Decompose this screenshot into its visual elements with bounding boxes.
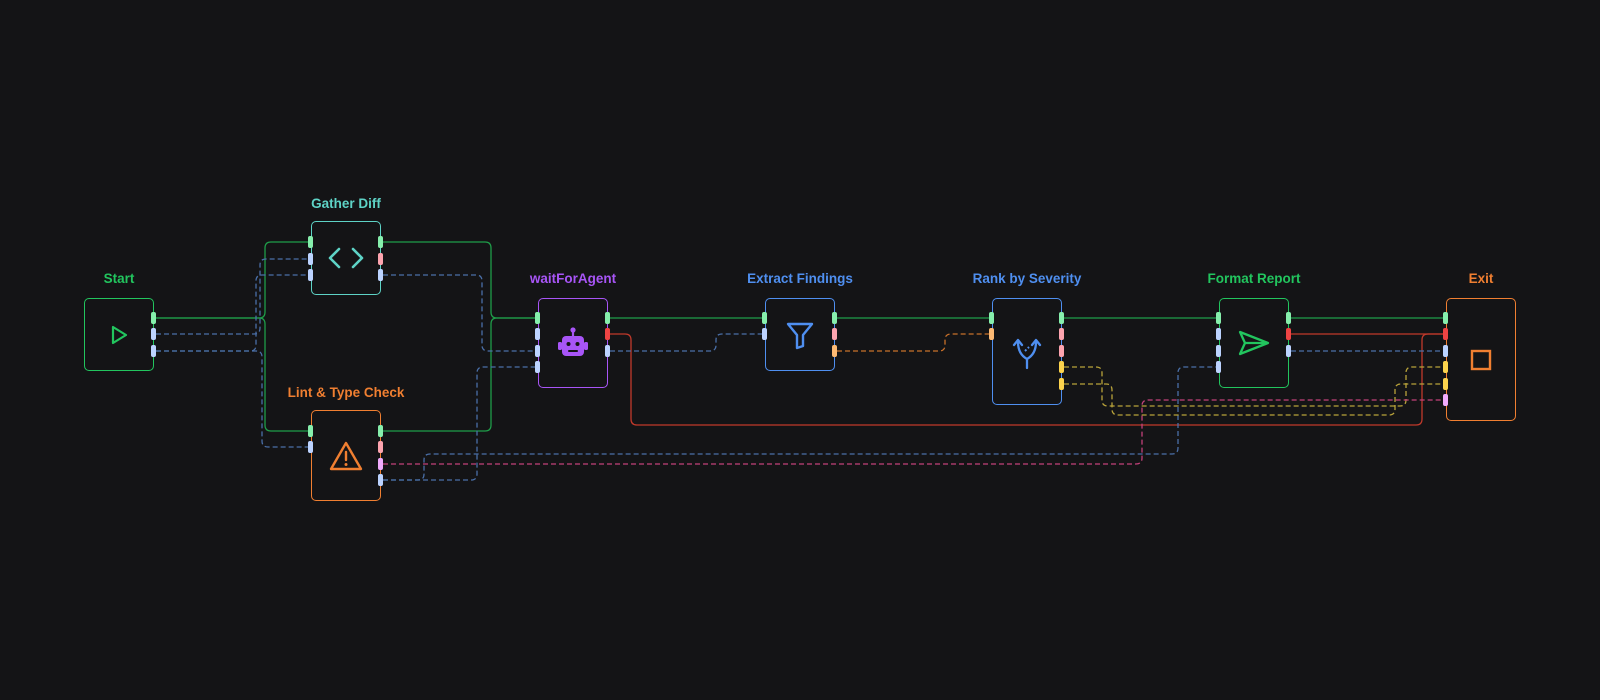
port-rank-in-2[interactable] bbox=[989, 328, 994, 340]
port-extract-in-1[interactable] bbox=[762, 312, 767, 324]
send-icon bbox=[1237, 329, 1271, 357]
port-rank-out-5[interactable] bbox=[1059, 378, 1064, 390]
port-exit-in-2[interactable] bbox=[1443, 328, 1448, 340]
port-exit-in-5[interactable] bbox=[1443, 378, 1448, 390]
node-format-report[interactable] bbox=[1219, 298, 1289, 388]
edge-wait-extract-ctx bbox=[610, 333, 762, 352]
workflow-canvas: Start Gather Diff Lint & Type Check wait… bbox=[0, 0, 1600, 700]
port-lint-out-3[interactable] bbox=[378, 458, 383, 470]
port-format-in-3[interactable] bbox=[1216, 345, 1221, 357]
node-label-gather-diff: Gather Diff bbox=[311, 196, 381, 211]
port-format-out-3[interactable] bbox=[1286, 345, 1291, 357]
play-icon bbox=[108, 324, 130, 346]
port-rank-out-2[interactable] bbox=[1059, 328, 1064, 340]
port-gather-in-2[interactable] bbox=[308, 253, 313, 265]
port-wait-in-4[interactable] bbox=[535, 361, 540, 373]
node-wait-for-agent[interactable] bbox=[538, 298, 608, 388]
port-wait-out-2[interactable] bbox=[605, 328, 610, 340]
node-start[interactable] bbox=[84, 298, 154, 371]
port-format-in-2[interactable] bbox=[1216, 328, 1221, 340]
split-icon bbox=[1010, 334, 1044, 370]
port-start-out-3[interactable] bbox=[151, 345, 156, 357]
port-wait-in-1[interactable] bbox=[535, 312, 540, 324]
port-lint-out-2[interactable] bbox=[378, 441, 383, 453]
port-format-out-2[interactable] bbox=[1286, 328, 1291, 340]
port-rank-in-1[interactable] bbox=[989, 312, 994, 324]
stop-icon bbox=[1469, 348, 1493, 372]
warning-icon bbox=[328, 440, 364, 472]
robot-icon bbox=[555, 326, 591, 360]
node-label-exit: Exit bbox=[1468, 271, 1494, 286]
port-lint-out-1[interactable] bbox=[378, 425, 383, 437]
edge-lint-wait-ctx bbox=[383, 366, 535, 481]
port-rank-out-3[interactable] bbox=[1059, 345, 1064, 357]
port-exit-in-1[interactable] bbox=[1443, 312, 1448, 324]
port-lint-in-1[interactable] bbox=[308, 425, 313, 437]
node-extract-findings[interactable] bbox=[765, 298, 835, 371]
port-extract-out-3[interactable] bbox=[832, 345, 837, 357]
port-lint-in-2[interactable] bbox=[308, 441, 313, 453]
port-format-in-4[interactable] bbox=[1216, 361, 1221, 373]
node-label-start: Start bbox=[103, 271, 135, 286]
node-lint-type-check[interactable] bbox=[311, 410, 381, 501]
port-lint-out-4[interactable] bbox=[378, 474, 383, 486]
node-label-rank-by-severity: Rank by Severity bbox=[972, 271, 1082, 286]
code-icon bbox=[327, 246, 365, 270]
port-wait-out-1[interactable] bbox=[605, 312, 610, 324]
edge-start-gather-ctx2 bbox=[156, 274, 308, 352]
edge-gather-wait-ctx bbox=[383, 274, 535, 352]
port-extract-out-2[interactable] bbox=[832, 328, 837, 340]
node-rank-by-severity[interactable] bbox=[992, 298, 1062, 405]
node-label-lint-type-check: Lint & Type Check bbox=[287, 385, 405, 400]
port-gather-in-1[interactable] bbox=[308, 236, 313, 248]
port-start-out-1[interactable] bbox=[151, 312, 156, 324]
port-extract-out-1[interactable] bbox=[832, 312, 837, 324]
edge-extract-rank-data bbox=[837, 333, 989, 352]
port-gather-out-1[interactable] bbox=[378, 236, 383, 248]
node-label-format-report: Format Report bbox=[1207, 271, 1301, 286]
edge-lint-wait bbox=[383, 317, 535, 432]
port-rank-out-1[interactable] bbox=[1059, 312, 1064, 324]
port-rank-out-4[interactable] bbox=[1059, 361, 1064, 373]
port-exit-in-3[interactable] bbox=[1443, 345, 1448, 357]
port-exit-in-4[interactable] bbox=[1443, 361, 1448, 373]
port-gather-in-3[interactable] bbox=[308, 269, 313, 281]
port-gather-out-2[interactable] bbox=[378, 253, 383, 265]
port-wait-out-3[interactable] bbox=[605, 345, 610, 357]
node-label-wait-for-agent: waitForAgent bbox=[529, 271, 617, 286]
filter-icon bbox=[785, 320, 815, 350]
node-exit[interactable] bbox=[1446, 298, 1516, 421]
port-exit-in-6[interactable] bbox=[1443, 394, 1448, 406]
port-wait-in-3[interactable] bbox=[535, 345, 540, 357]
port-format-in-1[interactable] bbox=[1216, 312, 1221, 324]
port-extract-in-2[interactable] bbox=[762, 328, 767, 340]
port-format-out-1[interactable] bbox=[1286, 312, 1291, 324]
port-gather-out-3[interactable] bbox=[378, 269, 383, 281]
node-label-extract-findings: Extract Findings bbox=[747, 271, 853, 286]
node-gather-diff[interactable] bbox=[311, 221, 381, 295]
port-start-out-2[interactable] bbox=[151, 328, 156, 340]
edge-start-lint bbox=[156, 317, 308, 432]
port-wait-in-2[interactable] bbox=[535, 328, 540, 340]
